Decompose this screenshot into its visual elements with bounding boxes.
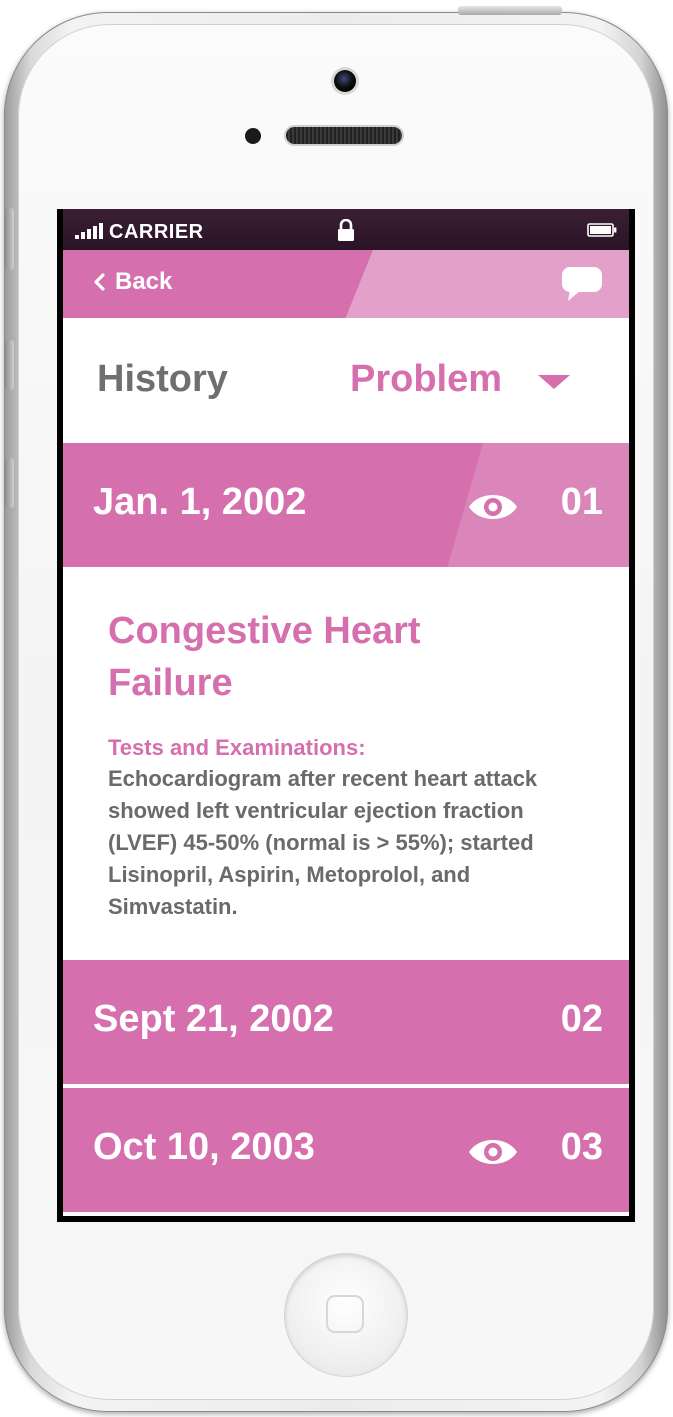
screen: CARRIER Back History Problem Jan. 1, 200… — [57, 209, 635, 1222]
proximity-sensor — [245, 128, 261, 144]
history-entry-header-03[interactable]: Oct 10, 2003 03 — [63, 1088, 629, 1212]
history-entry-details-01: Congestive Heart Failure Tests and Exami… — [63, 567, 629, 960]
entry-date: Jan. 1, 2002 — [93, 481, 307, 523]
history-entry-header-01[interactable]: Jan. 1, 2002 01 — [63, 443, 629, 567]
page-title: History — [97, 358, 228, 400]
entry-number: 02 — [560, 998, 603, 1040]
navigation-bar: Back — [63, 250, 629, 318]
history-entry-header-02[interactable]: Sept 21, 2002 02 — [63, 960, 629, 1084]
entry-date: Sept 21, 2002 — [93, 998, 334, 1040]
battery-icon — [587, 223, 617, 237]
entry-number: 03 — [560, 1126, 603, 1168]
home-button[interactable] — [285, 1254, 407, 1376]
volume-up-button — [5, 340, 14, 390]
eye-icon[interactable] — [467, 1134, 519, 1170]
problem-filter-value: Problem — [350, 358, 503, 400]
chevron-left-icon — [94, 273, 105, 291]
back-button-label: Back — [115, 268, 173, 295]
front-camera — [334, 70, 356, 92]
history-header: History Problem — [63, 318, 629, 443]
app-view: CARRIER Back History Problem Jan. 1, 200… — [63, 209, 629, 1216]
condition-title: Congestive Heart Failure — [108, 610, 421, 704]
power-button — [458, 6, 562, 15]
home-button-square-icon — [326, 1295, 364, 1333]
entry-number: 01 — [560, 481, 603, 523]
mute-switch — [5, 208, 14, 270]
earpiece-speaker — [286, 127, 402, 144]
eye-icon[interactable] — [467, 489, 519, 525]
problem-filter-dropdown[interactable]: Problem — [350, 358, 571, 401]
entry-date: Oct 10, 2003 — [93, 1126, 315, 1168]
volume-down-button — [5, 458, 14, 508]
chat-bubble-icon[interactable] — [561, 266, 603, 302]
caret-down-icon — [538, 374, 571, 389]
lock-icon — [338, 219, 354, 241]
back-button[interactable]: Back — [93, 268, 172, 296]
section-label: Tests and Examinations: — [108, 735, 366, 760]
signal-bars-icon — [75, 223, 103, 239]
section-text: Echocardiogram after recent heart attack… — [108, 766, 538, 919]
status-bar: CARRIER — [63, 209, 629, 250]
carrier-name: CARRIER — [109, 221, 204, 243]
